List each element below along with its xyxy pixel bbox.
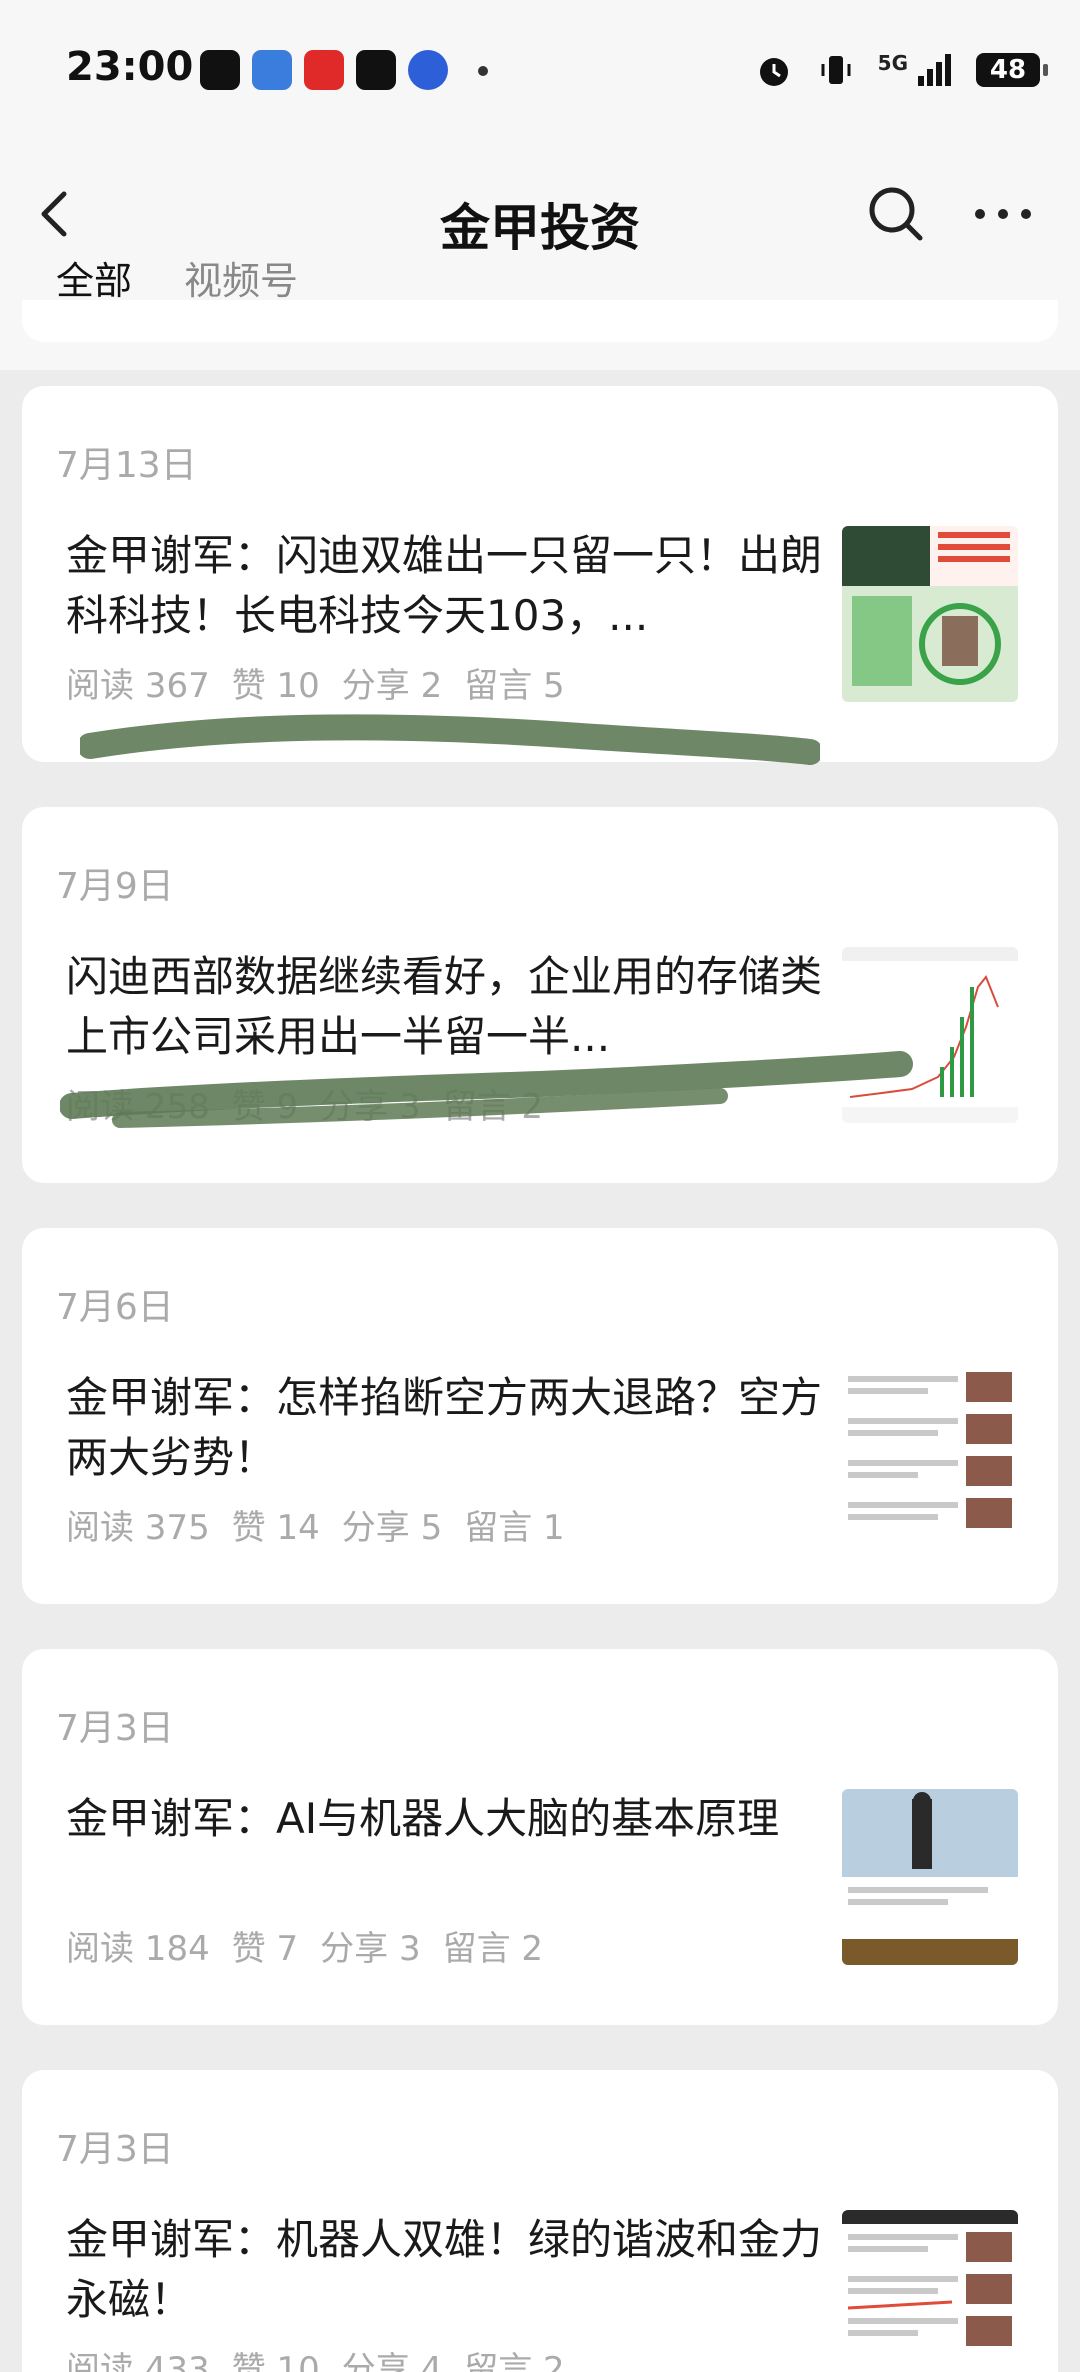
article-card[interactable]: 7月3日 金甲谢军：机器人双雄！绿的谐波和金力永磁！ 阅读 433 赞 10 分… bbox=[22, 2070, 1058, 2372]
article-card[interactable]: 7月9日 闪迪西部数据继续看好，企业用的存储类上市公司采用出一半留一半... 阅… bbox=[22, 807, 1058, 1183]
like-count: 赞 10 bbox=[231, 666, 320, 706]
article-thumbnail[interactable] bbox=[842, 526, 1018, 702]
article-thumbnail[interactable] bbox=[842, 947, 1018, 1123]
read-count: 阅读 184 bbox=[66, 1929, 210, 1969]
read-count: 阅读 433 bbox=[66, 2350, 210, 2372]
article-card[interactable]: 7月13日 金甲谢军：闪迪双雄出一只留一只！出朗科科技！长电科技今天103，..… bbox=[22, 386, 1058, 762]
stock-chart-image bbox=[842, 947, 1018, 1123]
article-card[interactable]: 7月6日 金甲谢军：怎样掐断空方两大退路？空方两大劣势！ 阅读 375 赞 14… bbox=[22, 1228, 1058, 1604]
chart-app-icon bbox=[252, 50, 292, 90]
article-stats: 阅读 375 赞 14 分享 5 留言 1 bbox=[66, 1500, 565, 1549]
alarm-icon bbox=[759, 58, 788, 86]
baidu-icon bbox=[408, 50, 448, 90]
comment-count: 留言 1 bbox=[464, 1508, 565, 1548]
read-count: 阅读 258 bbox=[66, 1087, 210, 1127]
status-bar: 23:00 5G 48 bbox=[0, 0, 1080, 140]
like-count: 赞 7 bbox=[231, 1929, 299, 1969]
article-list-image bbox=[842, 2210, 1018, 2372]
article-thumbnail[interactable] bbox=[842, 1368, 1018, 1544]
network-type: 5G bbox=[877, 51, 908, 75]
article-list-image bbox=[842, 1368, 1018, 1544]
article-stats: 阅读 258 赞 9 分享 3 留言 2 bbox=[66, 1079, 543, 1128]
header-divider bbox=[22, 300, 1058, 342]
status-time: 23:00 bbox=[66, 44, 194, 90]
video-frame-image bbox=[842, 1789, 1018, 1965]
video-collage-image bbox=[842, 526, 1018, 702]
article-title[interactable]: 金甲谢军：怎样掐断空方两大退路？空方两大劣势！ bbox=[66, 1368, 826, 1488]
share-count: 分享 3 bbox=[320, 1929, 421, 1969]
comment-count: 留言 2 bbox=[442, 1929, 544, 1969]
system-icons: 5G 48 bbox=[754, 50, 1048, 90]
article-date: 7月6日 bbox=[56, 1287, 174, 1328]
like-count: 赞 14 bbox=[231, 1508, 320, 1548]
article-title[interactable]: 金甲谢军：闪迪双雄出一只留一只！出朗科科技！长电科技今天103，... bbox=[66, 526, 826, 646]
like-count: 赞 10 bbox=[231, 2350, 320, 2372]
toutiao-icon bbox=[304, 50, 344, 90]
article-stats: 阅读 367 赞 10 分享 2 留言 5 bbox=[66, 658, 565, 707]
vibrate-icon bbox=[821, 56, 851, 84]
share-count: 分享 4 bbox=[341, 2350, 443, 2372]
share-count: 分享 3 bbox=[320, 1087, 421, 1127]
notification-icons bbox=[200, 50, 488, 90]
comment-count: 留言 2 bbox=[442, 1087, 544, 1127]
more-notifications-dot bbox=[478, 66, 488, 76]
article-stats: 阅读 184 赞 7 分享 3 留言 2 bbox=[66, 1921, 543, 1970]
article-card[interactable]: 7月3日 金甲谢军：AI与机器人大脑的基本原理 阅读 184 赞 7 分享 3 … bbox=[22, 1649, 1058, 2025]
comment-count: 留言 2 bbox=[464, 2350, 565, 2372]
article-date: 7月3日 bbox=[56, 2129, 174, 2170]
share-count: 分享 5 bbox=[341, 1508, 443, 1548]
article-date: 7月9日 bbox=[56, 866, 174, 907]
article-thumbnail[interactable] bbox=[842, 1789, 1018, 1965]
search-icon[interactable] bbox=[866, 184, 926, 244]
article-date: 7月13日 bbox=[56, 445, 197, 486]
more-icon[interactable] bbox=[968, 184, 1038, 244]
share-count: 分享 2 bbox=[341, 666, 443, 706]
article-title[interactable]: 金甲谢军：AI与机器人大脑的基本原理 bbox=[66, 1789, 826, 1849]
article-title[interactable]: 金甲谢军：机器人双雄！绿的谐波和金力永磁！ bbox=[66, 2210, 826, 2330]
comment-count: 留言 5 bbox=[464, 666, 565, 706]
douyin-icon bbox=[200, 50, 240, 90]
page: 23:00 5G 48 金甲投资 全部 视频号 7月13日 金甲谢军：闪迪双雄出… bbox=[0, 0, 1080, 2372]
article-stats: 阅读 433 赞 10 分享 4 留言 2 bbox=[66, 2342, 565, 2372]
read-count: 阅读 367 bbox=[66, 666, 210, 706]
article-title[interactable]: 闪迪西部数据继续看好，企业用的存储类上市公司采用出一半留一半... bbox=[66, 947, 826, 1067]
article-date: 7月3日 bbox=[56, 1708, 174, 1749]
signal-icon bbox=[918, 54, 951, 86]
like-count: 赞 9 bbox=[231, 1087, 299, 1127]
battery-icon: 48 bbox=[976, 53, 1048, 87]
read-count: 阅读 375 bbox=[66, 1508, 210, 1548]
douyin-icon bbox=[356, 50, 396, 90]
article-thumbnail[interactable] bbox=[842, 2210, 1018, 2372]
